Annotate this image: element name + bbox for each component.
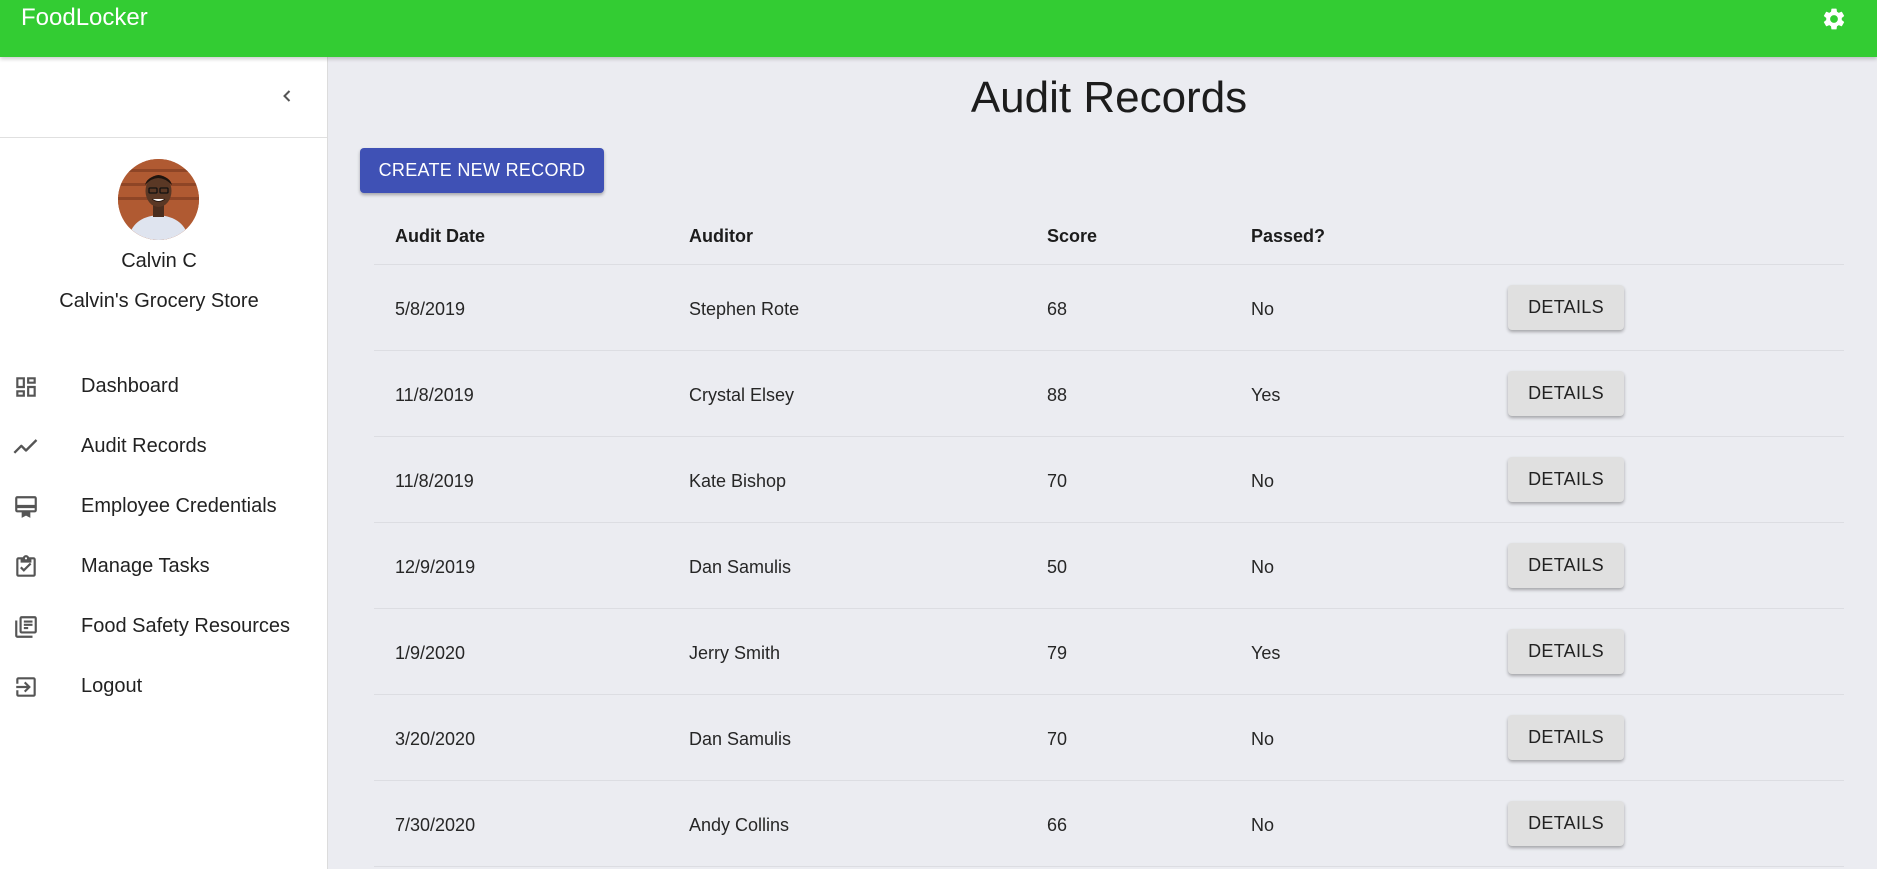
drawer-header	[0, 57, 327, 138]
sidebar-item-label: Audit Records	[81, 435, 207, 457]
cell-audit-date: 1/9/2020	[395, 643, 466, 663]
cell-score: 68	[1047, 299, 1068, 319]
cell-score: 66	[1047, 815, 1068, 835]
audit-records-table: Audit Date Auditor Score Passed? 5/8/201…	[374, 205, 1844, 867]
sidebar-item-label: Dashboard	[81, 375, 179, 397]
avatar	[118, 159, 199, 240]
sidebar-nav: Dashboard Audit Records Employee Credent…	[0, 356, 327, 716]
details-button[interactable]: DETAILS	[1508, 543, 1624, 588]
main-content: Audit Records CREATE NEW RECORD Audit Da…	[329, 57, 1877, 869]
details-button[interactable]: DETAILS	[1508, 285, 1624, 330]
cell-score: 88	[1047, 385, 1068, 405]
cell-score: 70	[1047, 729, 1068, 749]
user-name: Calvin C	[121, 250, 197, 272]
gear-icon	[1823, 8, 1845, 30]
header-passed: Passed?	[1251, 226, 1326, 246]
header-audit-date: Audit Date	[395, 226, 485, 246]
sidebar-item-audit-records[interactable]: Audit Records	[0, 416, 327, 476]
sidebar-item-manage-tasks[interactable]: Manage Tasks	[0, 536, 327, 596]
store-name: Calvin's Grocery Store	[59, 290, 259, 312]
cell-passed: No	[1251, 815, 1275, 835]
cell-auditor: Jerry Smith	[689, 643, 781, 663]
table-row: 1/9/2020 Jerry Smith 79 Yes DETAILS	[374, 609, 1844, 695]
sidebar-item-label: Logout	[81, 675, 143, 697]
sidebar-item-label: Food Safety Resources	[81, 615, 290, 637]
details-button[interactable]: DETAILS	[1508, 371, 1624, 416]
create-new-record-button[interactable]: CREATE NEW RECORD	[360, 148, 604, 193]
cell-passed: Yes	[1251, 643, 1281, 663]
credential-card-icon	[12, 493, 40, 521]
cell-audit-date: 3/20/2020	[395, 729, 476, 749]
header-score: Score	[1047, 226, 1098, 246]
app-title: FoodLocker	[21, 4, 148, 31]
table-row: 7/30/2020 Andy Collins 66 No DETAILS	[374, 781, 1844, 867]
cell-audit-date: 5/8/2019	[395, 299, 466, 319]
table-row: 5/8/2019 Stephen Rote 68 No DETAILS	[374, 265, 1844, 351]
cell-audit-date: 11/8/2019	[395, 385, 474, 405]
clipboard-check-icon	[12, 553, 40, 581]
cell-passed: No	[1251, 729, 1275, 749]
table-row: 12/9/2019 Dan Samulis 50 No DETAILS	[374, 523, 1844, 609]
table-row: 3/20/2020 Dan Samulis 70 No DETAILS	[374, 695, 1844, 781]
cell-passed: No	[1251, 557, 1275, 577]
settings-button[interactable]	[1819, 4, 1849, 34]
page-title: Audit Records	[970, 73, 1248, 122]
cell-auditor: Dan Samulis	[689, 557, 792, 577]
header-auditor: Auditor	[689, 226, 753, 246]
details-button[interactable]: DETAILS	[1508, 801, 1624, 846]
cell-score: 70	[1047, 471, 1068, 491]
app-bar: FoodLocker	[0, 0, 1877, 57]
sidebar-item-logout[interactable]: Logout	[0, 656, 327, 716]
details-button[interactable]: DETAILS	[1508, 629, 1624, 674]
logout-icon	[12, 673, 40, 701]
collapse-drawer-button[interactable]	[270, 79, 304, 113]
sidebar-item-employee-credentials[interactable]: Employee Credentials	[0, 476, 327, 536]
user-profile: Calvin C Calvin's Grocery Store	[0, 138, 327, 312]
cell-auditor: Crystal Elsey	[689, 385, 795, 405]
avatar-photo	[118, 159, 199, 240]
library-books-icon	[12, 613, 40, 641]
table-header: Audit Date Auditor Score Passed?	[374, 205, 1844, 265]
cell-score: 50	[1047, 557, 1068, 577]
cell-auditor: Andy Collins	[689, 815, 790, 835]
cell-auditor: Kate Bishop	[689, 471, 787, 491]
cell-audit-date: 11/8/2019	[395, 471, 474, 491]
sidebar-item-label: Employee Credentials	[81, 495, 277, 517]
cell-audit-date: 12/9/2019	[395, 557, 476, 577]
sidebar-item-food-safety-resources[interactable]: Food Safety Resources	[0, 596, 327, 656]
details-button[interactable]: DETAILS	[1508, 457, 1624, 502]
dashboard-icon	[12, 373, 40, 401]
cell-passed: Yes	[1251, 385, 1281, 405]
cell-audit-date: 7/30/2020	[395, 815, 476, 835]
chevron-left-icon	[283, 90, 291, 102]
cell-auditor: Stephen Rote	[689, 299, 800, 319]
sidebar-drawer: Calvin C Calvin's Grocery Store Dashboar…	[0, 57, 328, 869]
trending-line-icon	[12, 433, 40, 461]
table-row: 11/8/2019 Kate Bishop 70 No DETAILS	[374, 437, 1844, 523]
details-button[interactable]: DETAILS	[1508, 715, 1624, 760]
cell-auditor: Dan Samulis	[689, 729, 792, 749]
cell-passed: No	[1251, 299, 1275, 319]
sidebar-item-dashboard[interactable]: Dashboard	[0, 356, 327, 416]
sidebar-item-label: Manage Tasks	[81, 555, 210, 577]
cell-score: 79	[1047, 643, 1068, 663]
cell-passed: No	[1251, 471, 1275, 491]
table-row: 11/8/2019 Crystal Elsey 88 Yes DETAILS	[374, 351, 1844, 437]
